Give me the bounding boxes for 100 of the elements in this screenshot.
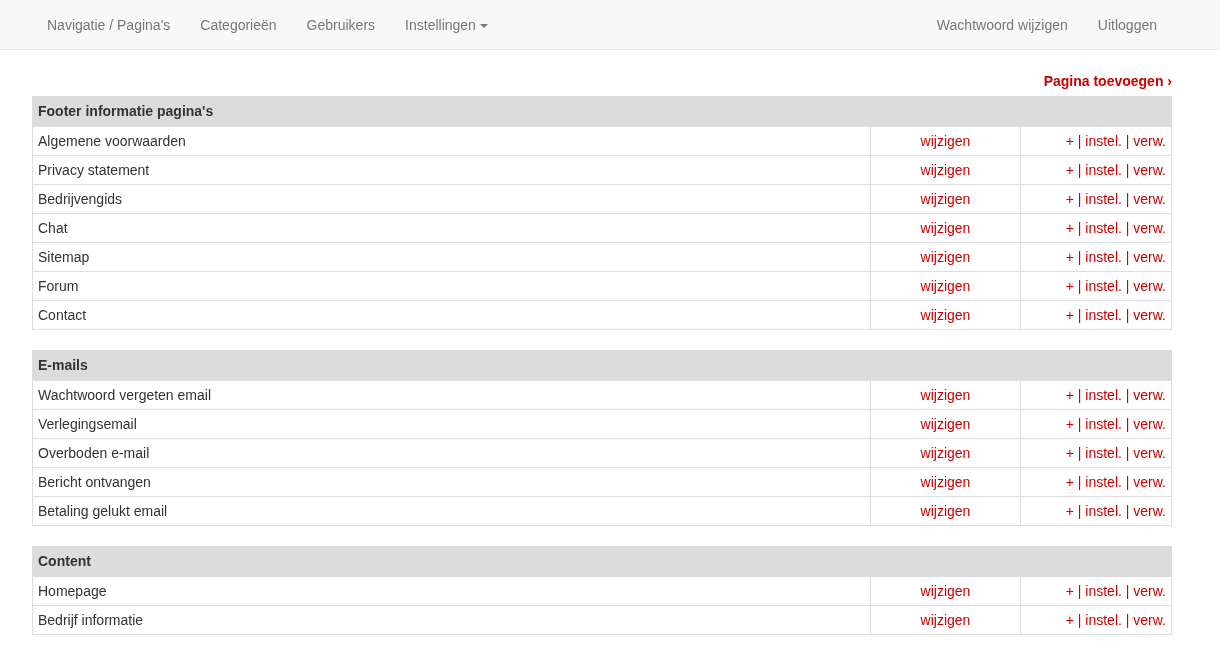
edit-link[interactable]: wijzigen [920, 306, 971, 323]
action-link[interactable]: verw. [1133, 415, 1166, 432]
page-name: Chat [32, 213, 871, 243]
action-link[interactable]: verw. [1133, 219, 1166, 236]
edit-link[interactable]: wijzigen [920, 386, 971, 403]
action-link[interactable]: verw. [1133, 306, 1166, 323]
separator: | [1076, 386, 1083, 403]
add-link[interactable]: + [1065, 248, 1074, 265]
separator: | [1076, 415, 1083, 432]
page-name: Overboden e-mail [32, 438, 871, 468]
add-link[interactable]: + [1065, 277, 1074, 294]
action-link[interactable]: verw. [1133, 473, 1166, 490]
separator: | [1076, 161, 1083, 178]
section-header: E-mails [32, 350, 1172, 381]
separator: | [1076, 277, 1083, 294]
add-page-link[interactable]: Pagina toevoegen › [1043, 73, 1172, 89]
separator: | [1076, 190, 1083, 207]
action-link[interactable]: instel. [1085, 386, 1122, 403]
page-name: Bedrijvengids [32, 184, 871, 214]
action-link[interactable]: instel. [1085, 502, 1122, 519]
add-link[interactable]: + [1065, 502, 1074, 519]
separator: | [1076, 502, 1083, 519]
action-link[interactable]: verw. [1133, 502, 1166, 519]
action-link[interactable]: verw. [1133, 444, 1166, 461]
separator: | [1076, 611, 1083, 628]
page-name: Verlegingsemail [32, 409, 871, 439]
separator: | [1124, 248, 1131, 265]
edit-link[interactable]: wijzigen [920, 582, 971, 599]
add-link[interactable]: + [1065, 415, 1074, 432]
nav-link[interactable]: Navigatie / Pagina's [32, 0, 186, 49]
add-link[interactable]: + [1065, 473, 1074, 490]
edit-link[interactable]: wijzigen [920, 190, 971, 207]
action-link[interactable]: verw. [1133, 611, 1166, 628]
edit-link[interactable]: wijzigen [920, 502, 971, 519]
action-link[interactable]: verw. [1133, 386, 1166, 403]
separator: | [1124, 582, 1131, 599]
add-link[interactable]: + [1065, 219, 1074, 236]
edit-link[interactable]: wijzigen [920, 277, 971, 294]
action-link[interactable]: verw. [1133, 161, 1166, 178]
edit-link[interactable]: wijzigen [920, 444, 971, 461]
separator: | [1076, 582, 1083, 599]
nav-link[interactable]: Wachtwoord wijzigen [921, 0, 1083, 49]
add-link[interactable]: + [1065, 611, 1074, 628]
page-name: Algemene voorwaarden [32, 126, 871, 156]
add-link[interactable]: + [1065, 190, 1074, 207]
separator: | [1124, 161, 1131, 178]
page-name: Privacy statement [32, 155, 871, 185]
action-link[interactable]: verw. [1133, 190, 1166, 207]
edit-link[interactable]: wijzigen [920, 219, 971, 236]
separator: | [1124, 502, 1131, 519]
action-link[interactable]: verw. [1133, 248, 1166, 265]
separator: | [1076, 132, 1083, 149]
separator: | [1124, 277, 1131, 294]
add-link[interactable]: + [1065, 386, 1074, 403]
action-link[interactable]: verw. [1133, 132, 1166, 149]
separator: | [1124, 473, 1131, 490]
dropdown-toggle-link[interactable]: Instellingen [390, 0, 503, 49]
page-name: Bedrijf informatie [32, 605, 871, 635]
add-link[interactable]: + [1065, 444, 1074, 461]
page-name: Sitemap [32, 242, 871, 272]
separator: | [1076, 219, 1083, 236]
action-link[interactable]: instel. [1085, 161, 1122, 178]
separator: | [1076, 248, 1083, 265]
separator: | [1124, 611, 1131, 628]
separator: | [1124, 306, 1131, 323]
page-name: Bericht ontvangen [32, 467, 871, 497]
page-name: Contact [32, 300, 871, 330]
action-link[interactable]: instel. [1085, 277, 1122, 294]
action-link[interactable]: verw. [1133, 277, 1166, 294]
add-link[interactable]: + [1065, 582, 1074, 599]
action-link[interactable]: instel. [1085, 132, 1122, 149]
action-link[interactable]: instel. [1085, 582, 1122, 599]
action-link[interactable]: instel. [1085, 190, 1122, 207]
separator: | [1124, 132, 1131, 149]
add-link[interactable]: + [1065, 132, 1074, 149]
action-link[interactable]: verw. [1133, 582, 1166, 599]
add-link[interactable]: + [1065, 306, 1074, 323]
action-link[interactable]: instel. [1085, 306, 1122, 323]
action-link[interactable]: instel. [1085, 611, 1122, 628]
nav-link[interactable]: Categorieën [185, 0, 292, 49]
separator: | [1076, 444, 1083, 461]
separator: | [1124, 415, 1131, 432]
action-link[interactable]: instel. [1085, 248, 1122, 265]
edit-link[interactable]: wijzigen [920, 415, 971, 432]
action-link[interactable]: instel. [1085, 415, 1122, 432]
action-link[interactable]: instel. [1085, 219, 1122, 236]
action-link[interactable]: instel. [1085, 444, 1122, 461]
edit-link[interactable]: wijzigen [920, 161, 971, 178]
edit-link[interactable]: wijzigen [920, 248, 971, 265]
add-link[interactable]: + [1065, 161, 1074, 178]
action-link[interactable]: instel. [1085, 473, 1122, 490]
section-header: Content [32, 546, 1172, 577]
edit-link[interactable]: wijzigen [920, 132, 971, 149]
separator: | [1124, 386, 1131, 403]
page-name: Homepage [32, 576, 871, 606]
edit-link[interactable]: wijzigen [920, 611, 971, 628]
edit-link[interactable]: wijzigen [920, 473, 971, 490]
nav-link[interactable]: Gebruikers [291, 0, 391, 49]
separator: | [1124, 219, 1131, 236]
nav-link[interactable]: Uitloggen [1082, 0, 1172, 49]
